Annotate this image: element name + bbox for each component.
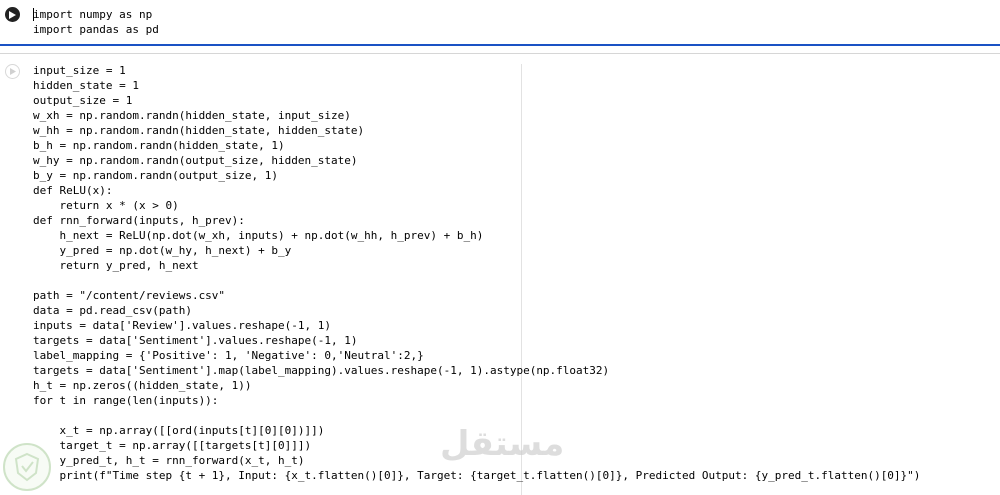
code-line: targets = data['Sentiment'].values.resha… xyxy=(33,334,358,347)
code-line: label_mapping = {'Positive': 1, 'Negativ… xyxy=(33,349,424,362)
code-line: targets = data['Sentiment'].map(label_ma… xyxy=(33,364,610,377)
code-editor[interactable]: import numpy as np import pandas as pd xyxy=(33,7,159,37)
code-line: import numpy as np xyxy=(33,8,153,21)
code-line: return x * (x > 0) xyxy=(33,199,179,212)
code-line: input_size = 1 xyxy=(33,64,126,77)
play-icon xyxy=(9,68,16,75)
code-line: b_y = np.random.randn(output_size, 1) xyxy=(33,169,279,182)
code-line: return y_pred, h_next xyxy=(33,259,199,272)
code-line: b_h = np.random.randn(hidden_state, 1) xyxy=(33,139,285,152)
code-line: w_hy = np.random.randn(output_size, hidd… xyxy=(33,154,358,167)
code-editor[interactable]: input_size = 1 hidden_state = 1 output_siz… xyxy=(33,63,920,483)
code-line: y_pred = np.dot(w_hy, h_next) + b_y xyxy=(33,244,292,257)
run-cell-button[interactable] xyxy=(5,7,20,22)
code-line: inputs = data['Review'].values.reshape(-… xyxy=(33,319,332,332)
code-line: w_xh = np.random.randn(hidden_state, inp… xyxy=(33,109,351,122)
code-line: h_next = ReLU(np.dot(w_xh, inputs) + np.… xyxy=(33,229,484,242)
code-line: path = "/content/reviews.csv" xyxy=(33,289,226,302)
code-line: import pandas as pd xyxy=(33,23,159,36)
watermark-text: مستقل xyxy=(440,424,565,464)
play-icon xyxy=(9,10,16,19)
code-line: print(f"Time step {t + 1}, Input: {x_t.f… xyxy=(33,469,921,482)
code-cell-imports[interactable]: import numpy as np import pandas as pd xyxy=(0,0,1000,46)
code-line: w_hh = np.random.randn(hidden_state, hid… xyxy=(33,124,365,137)
code-line: hidden_state = 1 xyxy=(33,79,139,92)
run-cell-button[interactable] xyxy=(5,64,20,79)
code-line: data = pd.read_csv(path) xyxy=(33,304,192,317)
shield-icon xyxy=(14,452,40,482)
watermark-logo xyxy=(3,443,51,491)
code-line: def ReLU(x): xyxy=(33,184,113,197)
code-line: output_size = 1 xyxy=(33,94,133,107)
code-line: def rnn_forward(inputs, h_prev): xyxy=(33,214,245,227)
code-line: h_t = np.zeros((hidden_state, 1)) xyxy=(33,379,252,392)
code-line: for t in range(len(inputs)): xyxy=(33,394,219,407)
